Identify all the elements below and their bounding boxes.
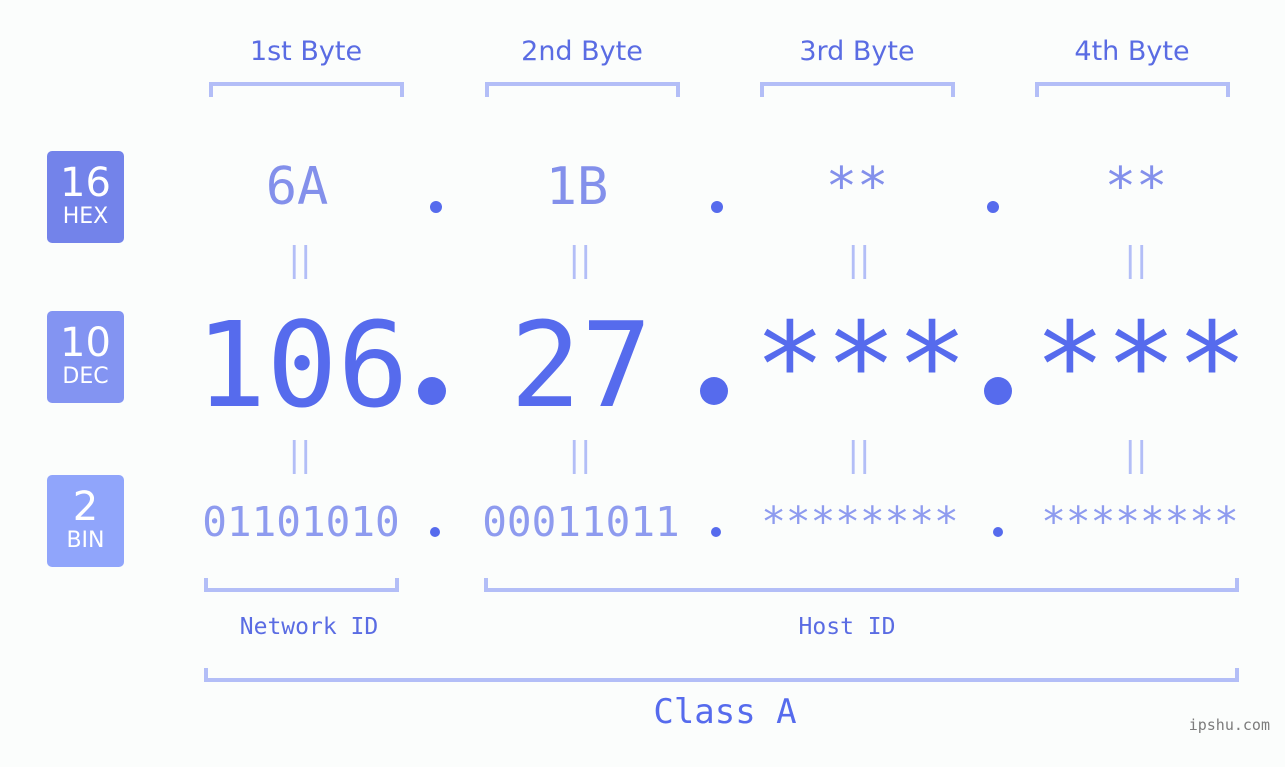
hex-base-label: HEX (62, 204, 109, 229)
dec-base-number: 10 (60, 320, 111, 366)
hex-value-2: 1B (545, 157, 609, 217)
network-id-bracket (204, 578, 399, 592)
network-id-label: Network ID (239, 614, 379, 640)
dec-value-3: *** (754, 296, 968, 434)
byte-title-2: 2nd Byte (521, 36, 643, 67)
hex-separator-dot (987, 201, 999, 213)
dec-separator-dot (418, 377, 446, 405)
bin-base-label: BIN (66, 528, 105, 553)
hex-value-3: ** (825, 157, 889, 217)
bin-value-3: ******** (761, 498, 959, 546)
byte-bracket-2 (485, 82, 680, 97)
watermark: ipshu.com (1188, 716, 1270, 734)
equals-sign: || (288, 435, 312, 475)
dec-value-4: *** (1034, 296, 1248, 434)
byte-bracket-4 (1035, 82, 1230, 97)
byte-title-1: 1st Byte (249, 36, 363, 67)
hex-value-4: ** (1104, 157, 1168, 217)
bin-value-2: 00011011 (482, 498, 680, 546)
dec-separator-dot (700, 377, 728, 405)
host-id-label: Host ID (798, 614, 896, 640)
hex-separator-dot (430, 201, 442, 213)
hex-separator-dot (711, 201, 723, 213)
equals-sign: || (1124, 240, 1148, 280)
bin-base-number: 2 (72, 484, 99, 530)
hex-badge: 16 HEX (47, 151, 124, 243)
dec-separator-dot (984, 377, 1012, 405)
class-label: Class A (653, 692, 797, 732)
equals-sign: || (1124, 435, 1148, 475)
equals-sign: || (568, 240, 592, 280)
bin-badge: 2 BIN (47, 475, 124, 567)
equals-sign: || (568, 435, 592, 475)
byte-bracket-3 (760, 82, 955, 97)
hex-value-1: 6A (265, 157, 329, 217)
equals-sign: || (847, 240, 871, 280)
equals-sign: || (847, 435, 871, 475)
bin-separator-dot (711, 527, 721, 537)
class-bracket (204, 668, 1239, 682)
dec-value-1: 106 (195, 296, 409, 434)
hex-base-number: 16 (60, 160, 111, 206)
bin-separator-dot (430, 527, 440, 537)
bin-value-1: 01101010 (202, 498, 400, 546)
bin-separator-dot (993, 527, 1003, 537)
equals-sign: || (288, 240, 312, 280)
dec-base-label: DEC (62, 364, 109, 389)
host-id-bracket (484, 578, 1239, 592)
dec-badge: 10 DEC (47, 311, 124, 403)
byte-title-3: 3rd Byte (799, 36, 915, 67)
byte-title-4: 4th Byte (1074, 36, 1190, 67)
dec-value-2: 27 (509, 296, 653, 434)
bin-value-4: ******** (1041, 498, 1239, 546)
byte-bracket-1 (209, 82, 404, 97)
